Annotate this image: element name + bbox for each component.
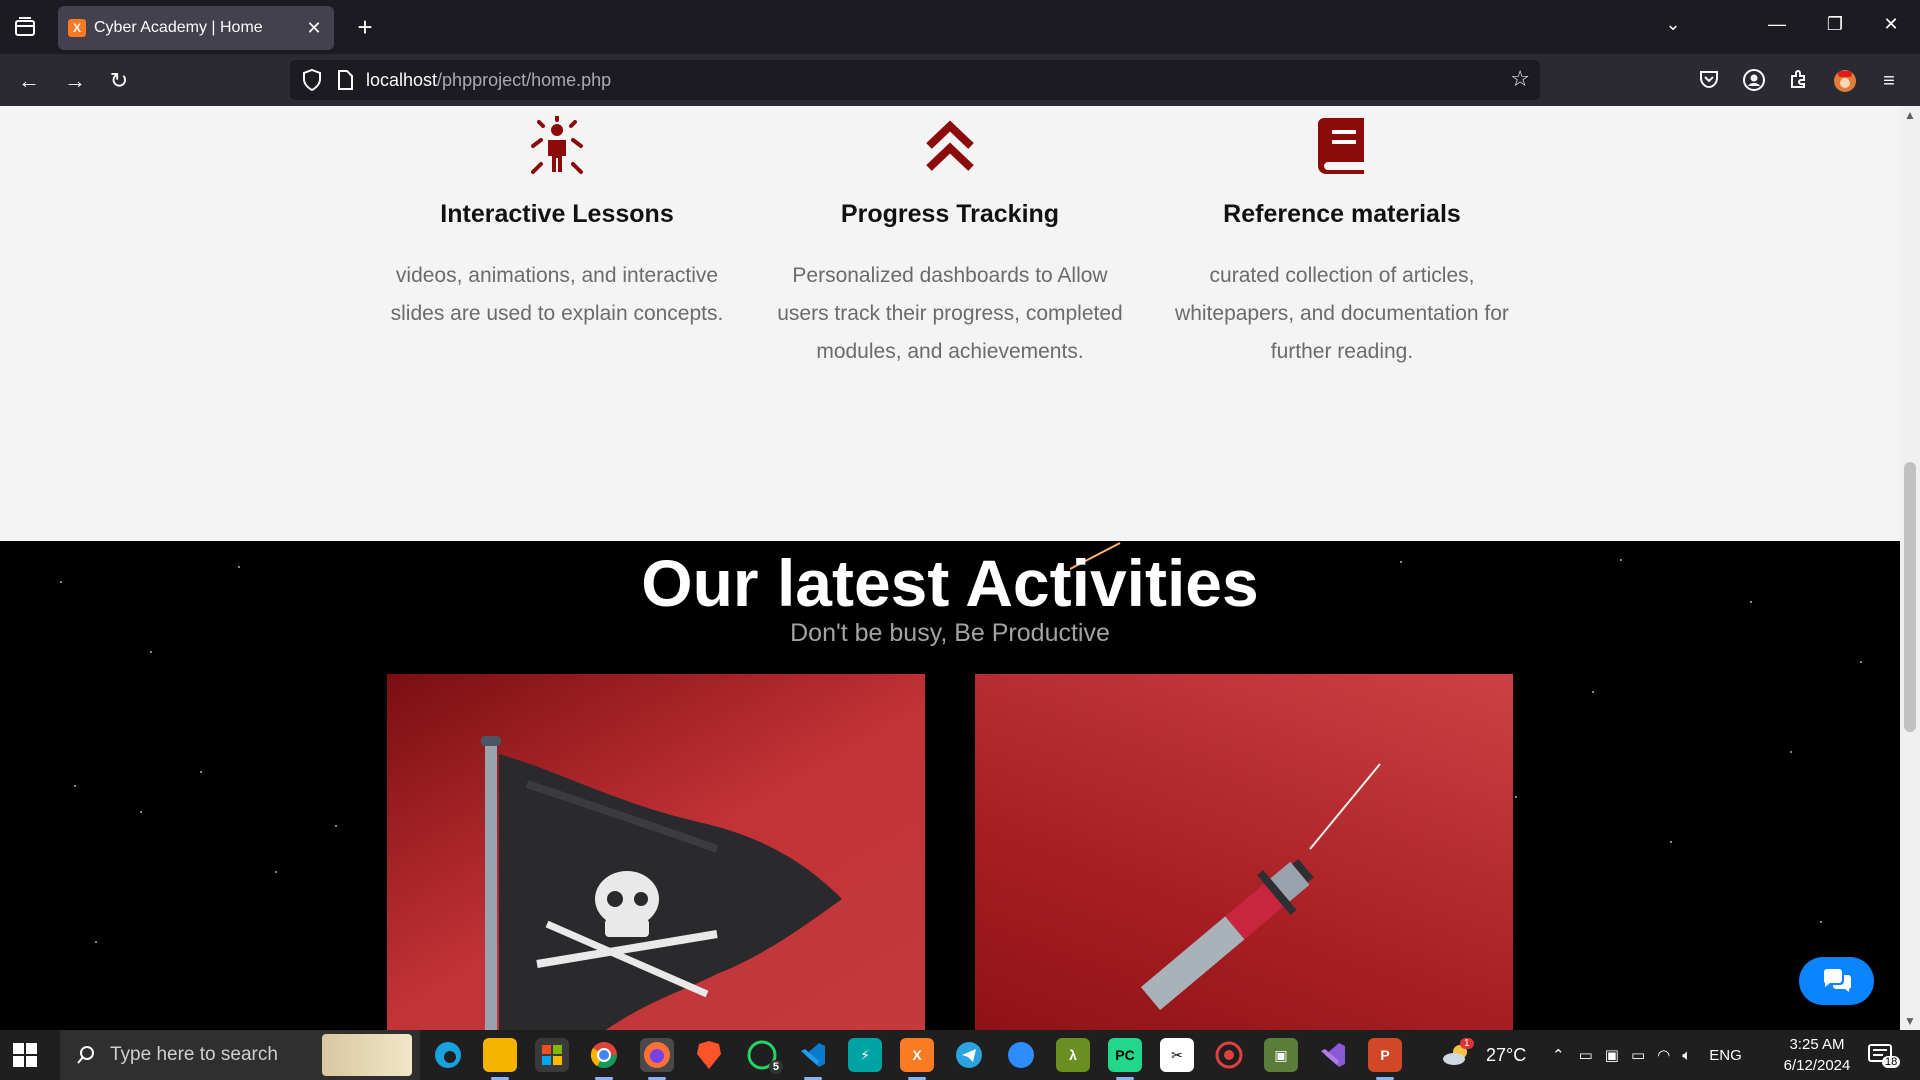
taskbar-brave-icon[interactable] bbox=[692, 1038, 726, 1072]
tab-list-icon[interactable] bbox=[10, 14, 40, 40]
tab-close-icon[interactable]: ✕ bbox=[304, 18, 324, 39]
taskbar-store-icon[interactable] bbox=[535, 1038, 569, 1072]
double-chevron-up-icon bbox=[926, 120, 974, 171]
tray-meet-icon[interactable]: ▭ bbox=[1579, 1046, 1593, 1064]
taskbar-xampp-icon[interactable]: X bbox=[900, 1038, 934, 1080]
new-tab-icon[interactable]: + bbox=[350, 12, 380, 42]
windows-start-icon[interactable] bbox=[12, 1042, 38, 1068]
page-info-icon[interactable] bbox=[334, 69, 356, 91]
taskbar-visual-studio-icon[interactable] bbox=[1316, 1038, 1350, 1072]
browser-tab-bar: X Cyber Academy | Home ✕ + ⌄ — ❐ ✕ bbox=[0, 0, 1920, 54]
taskbar-vscode-icon[interactable] bbox=[796, 1038, 830, 1080]
bookmark-star-icon[interactable]: ☆ bbox=[1510, 66, 1530, 92]
feature-description: videos, animations, and interactive slid… bbox=[390, 264, 724, 325]
pirate-flag-image bbox=[481, 736, 842, 1030]
back-icon[interactable]: ← bbox=[14, 66, 44, 96]
search-highlight-image bbox=[322, 1034, 412, 1076]
forward-icon[interactable]: → bbox=[60, 66, 90, 96]
feature-description: Personalized dashboards to Allow users t… bbox=[777, 264, 1123, 363]
feature-progress-tracking: Progress Tracking Personalized dashboard… bbox=[770, 106, 1130, 371]
page-scrollbar[interactable]: ▲ ▼ bbox=[1900, 106, 1920, 1030]
feature-reference-materials: Reference materials curated collection o… bbox=[1162, 106, 1522, 371]
tray-volume-icon[interactable]: 🔈︎ bbox=[1682, 1047, 1691, 1064]
taskbar-app-cube-icon[interactable]: ▣ bbox=[1264, 1038, 1298, 1072]
taskbar-capcut-icon[interactable]: ✂ bbox=[1160, 1038, 1194, 1072]
taskbar-lambda-icon[interactable]: λ bbox=[1056, 1038, 1090, 1072]
url-bar[interactable]: localhost/phpproject/home.php ☆ bbox=[290, 60, 1540, 100]
restore-icon[interactable]: ❐ bbox=[1820, 14, 1850, 35]
notification-count: 18 bbox=[1882, 1056, 1901, 1068]
minimize-icon[interactable]: — bbox=[1762, 14, 1792, 35]
extensions-icon[interactable] bbox=[1786, 68, 1812, 94]
taskbar-edge-icon[interactable] bbox=[431, 1038, 465, 1072]
activities-subtitle: Don't be busy, Be Productive bbox=[790, 619, 1110, 647]
tray-display-icon[interactable]: ▣ bbox=[1605, 1046, 1619, 1064]
url-text[interactable]: localhost/phpproject/home.php bbox=[366, 70, 611, 91]
system-tray: ⌃ ▭ ▣ ▭ ◠ 🔈︎ ENG bbox=[1552, 1030, 1742, 1080]
feature-title: Reference materials bbox=[1223, 200, 1461, 228]
xampp-favicon-icon: X bbox=[68, 19, 86, 37]
weather-widget[interactable]: 1 27°C bbox=[1440, 1030, 1526, 1080]
taskbar-whatsapp-icon[interactable]: 5 bbox=[745, 1038, 783, 1074]
tray-wifi-icon[interactable]: ◠ bbox=[1657, 1046, 1670, 1064]
scrollbar-thumb[interactable] bbox=[1904, 462, 1916, 732]
windows-taskbar: Type here to search 5 ⚡ X λ PC ✂ ▣ P 1 2… bbox=[0, 1030, 1920, 1080]
tray-language[interactable]: ENG bbox=[1709, 1047, 1742, 1064]
taskbar-telegram-icon[interactable] bbox=[952, 1038, 986, 1072]
search-icon bbox=[77, 1046, 94, 1064]
feature-interactive-lessons: Interactive Lessons videos, animations, … bbox=[377, 106, 737, 333]
url-host: localhost bbox=[366, 70, 438, 90]
feature-title: Interactive Lessons bbox=[440, 200, 674, 228]
taskbar-chrome-icon[interactable] bbox=[587, 1038, 621, 1080]
taskbar-firefox-icon[interactable] bbox=[640, 1038, 674, 1080]
feature-title: Progress Tracking bbox=[840, 200, 1060, 228]
hamburger-menu-icon[interactable]: ≡ bbox=[1876, 68, 1902, 94]
weather-temperature: 27°C bbox=[1486, 1044, 1527, 1065]
tracking-shield-icon[interactable] bbox=[300, 68, 324, 92]
account-icon[interactable] bbox=[1741, 68, 1767, 94]
taskbar-search-box[interactable]: Type here to search bbox=[60, 1030, 420, 1080]
tray-battery-icon[interactable]: ▭ bbox=[1631, 1046, 1645, 1064]
tray-chevron-up-icon[interactable]: ⌃ bbox=[1552, 1046, 1565, 1064]
tab-title: Cyber Academy | Home bbox=[94, 19, 263, 36]
taskbar-file-explorer-icon[interactable] bbox=[483, 1038, 517, 1080]
activity-card-syringe[interactable] bbox=[975, 674, 1513, 1030]
taskbar-powerpoint-icon[interactable]: P bbox=[1368, 1038, 1402, 1080]
browser-nav-bar: ← → ↻ localhost/phpproject/home.php ☆ ≡ bbox=[0, 54, 1920, 106]
list-all-tabs-icon[interactable]: ⌄ bbox=[1658, 14, 1688, 35]
chat-button[interactable] bbox=[1799, 957, 1874, 1005]
window-close-icon[interactable]: ✕ bbox=[1876, 14, 1906, 35]
taskbar-pycharm-icon[interactable]: PC bbox=[1108, 1038, 1142, 1080]
book-icon bbox=[1318, 118, 1364, 174]
taskbar-app-lightning-icon[interactable]: ⚡ bbox=[848, 1038, 882, 1072]
features-section: Interactive Lessons videos, animations, … bbox=[0, 106, 1900, 541]
activities-title: Our latest Activities bbox=[641, 546, 1259, 620]
pocket-icon[interactable] bbox=[1696, 68, 1722, 94]
syringe-image bbox=[1140, 763, 1381, 1011]
page-viewport: Interactive Lessons videos, animations, … bbox=[0, 106, 1920, 1030]
feature-description: curated collection of articles, whitepap… bbox=[1175, 264, 1509, 363]
taskbar-zoom-icon[interactable] bbox=[1004, 1038, 1038, 1072]
url-path: /phpproject/home.php bbox=[437, 70, 612, 90]
weather-badge: 1 bbox=[1460, 1038, 1474, 1049]
clock-date: 6/12/2024 bbox=[1783, 1057, 1851, 1074]
scroll-down-arrow-icon[interactable]: ▼ bbox=[1900, 1014, 1920, 1028]
whatsapp-badge: 5 bbox=[768, 1060, 783, 1074]
profile-avatar-icon[interactable] bbox=[1832, 68, 1858, 94]
activity-card-pirate[interactable] bbox=[387, 674, 925, 1030]
scroll-up-arrow-icon[interactable]: ▲ bbox=[1900, 108, 1920, 122]
search-placeholder: Type here to search bbox=[110, 1044, 278, 1065]
person-radiating-icon bbox=[531, 116, 583, 174]
chat-bubbles-icon bbox=[1823, 969, 1851, 992]
clock-time: 3:25 AM bbox=[1789, 1036, 1845, 1053]
browser-tab-active[interactable]: X Cyber Academy | Home ✕ bbox=[58, 6, 334, 50]
activities-section: Our latest Activities Don't be busy, Be … bbox=[0, 541, 1900, 1030]
taskbar-clock[interactable]: 3:25 AM 6/12/2024 bbox=[1772, 1034, 1862, 1076]
notification-center-icon[interactable]: 18 bbox=[1868, 1030, 1901, 1080]
reload-icon[interactable]: ↻ bbox=[104, 66, 134, 96]
taskbar-recorder-icon[interactable] bbox=[1212, 1038, 1246, 1072]
